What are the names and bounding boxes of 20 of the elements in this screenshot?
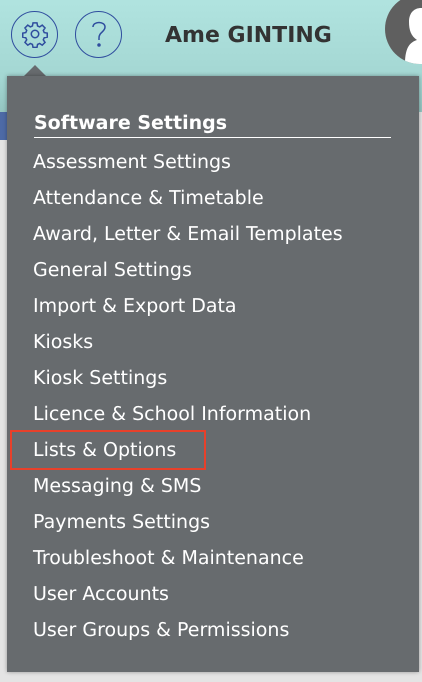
menu-item[interactable]: Payments Settings <box>33 504 210 540</box>
menu-item[interactable]: Licence & School Information <box>33 396 312 432</box>
menu-item[interactable]: Kiosk Settings <box>33 360 168 396</box>
menu-item[interactable]: User Accounts <box>33 576 169 612</box>
menu-heading: Software Settings <box>34 112 391 138</box>
menu-item[interactable]: Import & Export Data <box>33 288 237 324</box>
settings-icon <box>20 20 48 48</box>
menu-item[interactable]: Kiosks <box>33 324 94 360</box>
menu-item[interactable]: Award, Letter & Email Templates <box>33 216 343 252</box>
menu-item[interactable]: User Groups & Permissions <box>33 612 290 648</box>
menu-item[interactable]: Attendance & Timetable <box>33 180 264 216</box>
help-button[interactable] <box>75 10 122 58</box>
help-icon <box>90 19 108 49</box>
menu-item[interactable]: Troubleshoot & Maintenance <box>33 540 304 576</box>
menu-item[interactable]: General Settings <box>33 252 192 288</box>
menu-item[interactable]: Lists & Options <box>12 432 204 468</box>
menu-item[interactable]: Messaging & SMS <box>33 468 202 504</box>
menu-item[interactable]: Assessment Settings <box>33 144 231 180</box>
settings-button[interactable] <box>11 10 58 58</box>
user-name: Ame GINTING <box>165 22 332 48</box>
